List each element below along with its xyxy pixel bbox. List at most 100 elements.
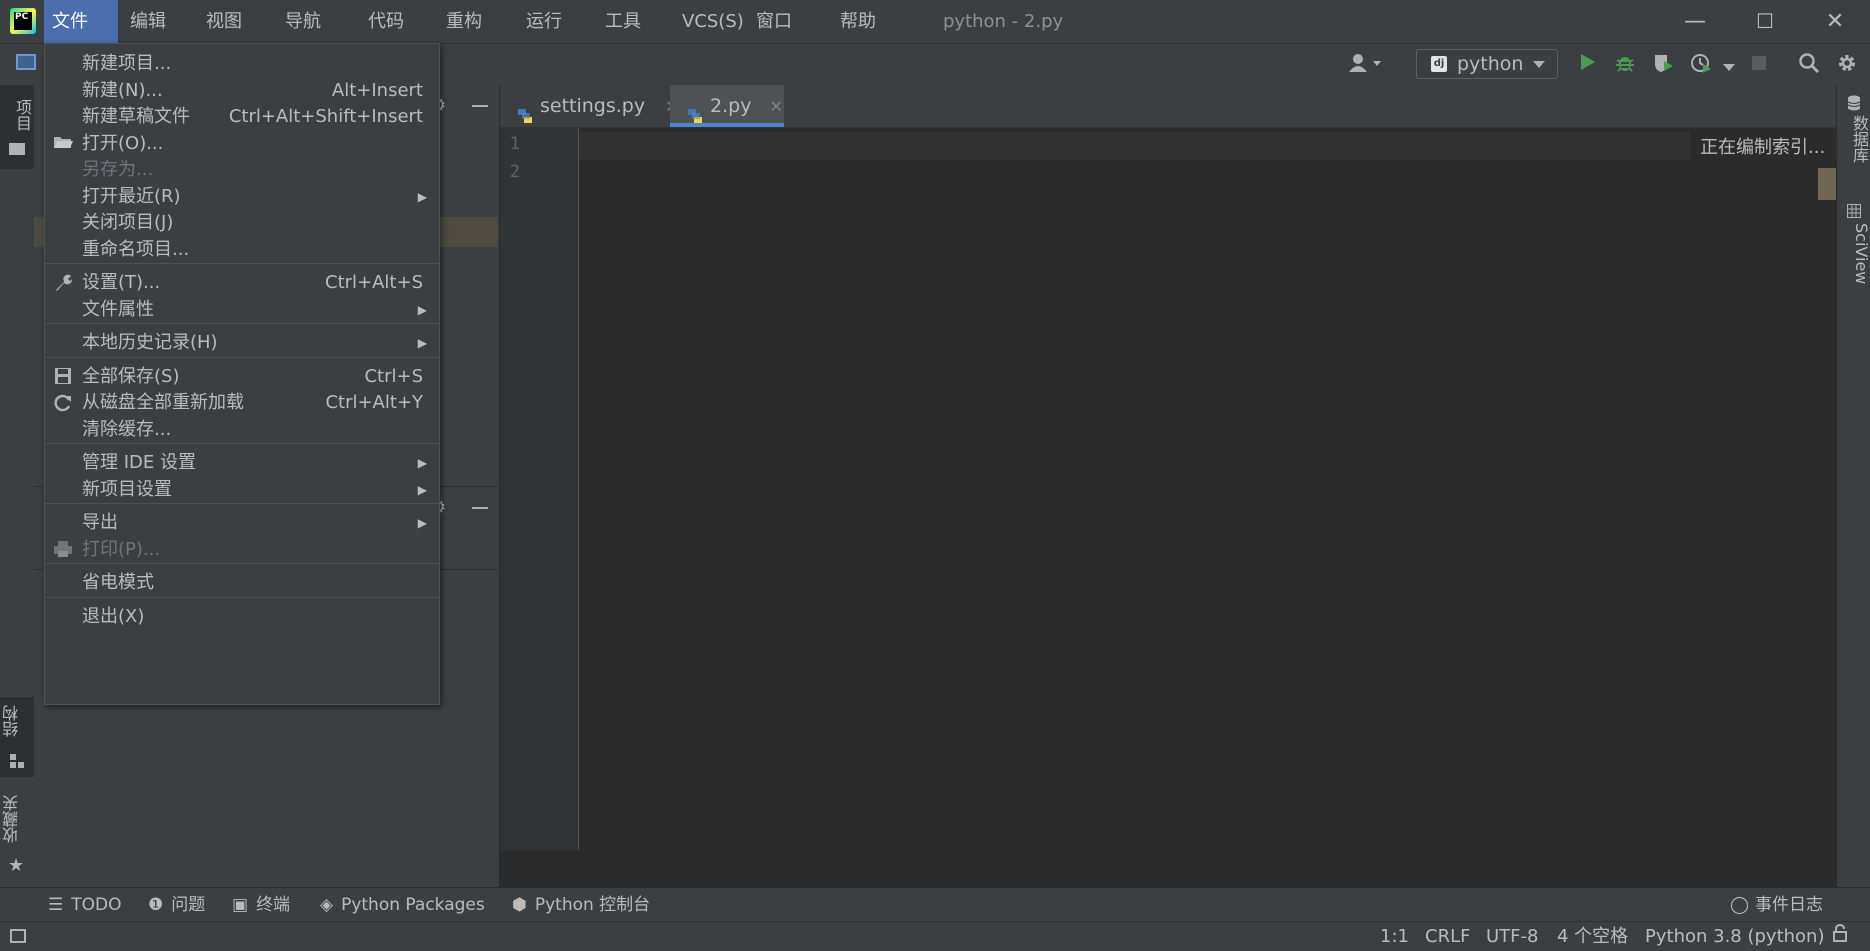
tab-project[interactable]: 项目 (0, 85, 34, 169)
database-icon (1847, 95, 1861, 115)
file-menu-item-label: 退出(X) (82, 605, 145, 627)
menu-file[interactable]: 文件(F) (44, 0, 118, 75)
tab-structure[interactable]: 结构 (0, 697, 34, 777)
menu-separator (45, 503, 439, 504)
editor-gutter: 1 2 (500, 128, 579, 850)
menu-separator (45, 263, 439, 264)
tab-settings-py-label: settings.py (540, 95, 646, 117)
line-separator[interactable]: CRLF (1425, 922, 1470, 951)
caret-position[interactable]: 1:1 (1380, 922, 1409, 951)
coverage-icon[interactable] (1650, 52, 1676, 78)
python-interpreter[interactable]: Python 3.8 (python) (1645, 922, 1824, 951)
tab-favorites-label: 收藏夹 (2, 795, 21, 843)
tab-sciview[interactable]: SciView (1837, 203, 1870, 303)
menu-window[interactable]: 窗口(W) (748, 0, 826, 75)
indent-setting[interactable]: 4 个空格 (1557, 922, 1628, 951)
code-editor[interactable] (579, 128, 1836, 850)
gear-icon[interactable] (1834, 52, 1860, 78)
stop-icon[interactable] (1746, 52, 1772, 78)
file-menu-item-label: 清除缓存... (82, 418, 172, 440)
menu-code[interactable]: 代码(C) (360, 0, 432, 75)
tab-todo[interactable]: ☰ TODO (48, 888, 122, 922)
run-config-label: python (1457, 53, 1524, 75)
tab-database[interactable]: 数据库 (1837, 93, 1870, 173)
menu-run[interactable]: 运行(U) (518, 0, 590, 75)
python-file-icon (686, 98, 704, 123)
tab-python-console-label: Python 控制台 (534, 895, 651, 915)
tab-terminal[interactable]: ▣ 终端 (232, 888, 290, 922)
menu-navigate[interactable]: 导航(N) (277, 0, 355, 75)
toggle-tool-windows-icon[interactable] (10, 929, 26, 943)
right-tool-strip: 数据库 SciView (1836, 85, 1870, 887)
menu-help[interactable]: 帮助(H) (832, 0, 908, 75)
menu-vcs[interactable]: VCS(S) (674, 0, 744, 43)
tab-problems[interactable]: ❶ 问题 (148, 888, 205, 922)
panel-hide-icon[interactable] (472, 105, 488, 107)
file-menu-item[interactable]: 新项目设置 ▶ (45, 474, 439, 506)
debug-icon[interactable] (1612, 52, 1638, 78)
python-file-icon (516, 98, 534, 123)
menu-view[interactable]: 视图(V) (198, 0, 270, 75)
project-view-icon[interactable] (16, 54, 36, 70)
file-menu-item[interactable]: 退出(X) (45, 601, 439, 633)
structure-icon (10, 753, 24, 768)
pycharm-logo: PC (10, 8, 36, 34)
tab-python-packages-label: Python Packages (341, 895, 485, 915)
run-icon[interactable] (1574, 52, 1600, 78)
indexing-status: 正在编制索引... (1690, 132, 1836, 164)
tab-2-py-label: 2.py (710, 95, 752, 117)
wrench-icon (52, 273, 74, 293)
current-line-highlight (579, 132, 1836, 160)
menu-separator (45, 596, 439, 598)
tab-settings-py[interactable]: settings.py ✕ (516, 85, 679, 127)
file-menu-item[interactable]: 文件属性 ▶ (45, 294, 439, 326)
tab-database-label: 数据库 (1850, 115, 1869, 163)
structure-hide-icon[interactable] (472, 507, 488, 509)
profile-icon[interactable] (1688, 52, 1714, 78)
title-bar: PC 文件(F)编辑(E)视图(V)导航(N)代码(C)重构(R)运行(U)工具… (0, 0, 1870, 75)
file-encoding[interactable]: UTF-8 (1486, 922, 1538, 951)
submenu-arrow-icon: ▶ (417, 482, 427, 497)
chevron-down-icon (1533, 50, 1545, 78)
lock-icon[interactable] (1832, 922, 1848, 951)
menu-refactor[interactable]: 重构(R) (438, 0, 512, 75)
tab-python-packages[interactable]: ◈ Python Packages (320, 888, 485, 922)
file-menu-item[interactable]: 省电模式 (45, 567, 439, 599)
reload-icon (52, 393, 74, 413)
maximize-button[interactable]: ☐ (1730, 0, 1800, 43)
editor-tab-bar: settings.py ✕ 2.py ✕ (500, 85, 1836, 128)
tab-project-label: 项目 (13, 99, 32, 131)
file-menu-item-label: 本地历史记录(H) (82, 332, 218, 353)
file-menu-item-label: 重命名项目... (82, 238, 190, 260)
minimize-button[interactable]: — (1660, 0, 1730, 43)
menu-edit[interactable]: 编辑(E) (122, 0, 192, 75)
close-tab-icon[interactable]: ✕ (769, 97, 782, 116)
file-menu-item[interactable]: 重命名项目... (45, 234, 439, 266)
close-button[interactable]: ✕ (1800, 0, 1870, 43)
run-config-select[interactable]: dj python (1416, 49, 1558, 79)
file-menu-dropdown: 新建项目... 新建(N)... Alt+Insert 新建草稿文件 Ctrl+Alt+… (44, 43, 440, 705)
menu-separator (45, 563, 439, 564)
file-menu-item[interactable]: 本地历史记录(H) ▶ (45, 327, 439, 359)
terminal-icon: ▣ (232, 895, 249, 915)
tab-problems-label: 问题 (171, 895, 206, 915)
menu-separator (45, 323, 439, 324)
tab-2-py[interactable]: 2.py ✕ (670, 85, 784, 127)
user-icon[interactable] (1346, 52, 1386, 78)
file-menu-item[interactable]: 清除缓存... (45, 414, 439, 446)
status-bar: 1:1 CRLF UTF-8 4 个空格 Python 3.8 (python) (0, 921, 1870, 951)
tab-python-console[interactable]: ⬢ Python 控制台 (512, 888, 650, 922)
submenu-arrow-icon: ▶ (417, 336, 427, 350)
tab-todo-label: TODO (71, 895, 122, 915)
event-log-button[interactable]: ◯ 事件日志 (1730, 888, 1823, 922)
tab-favorites[interactable]: 收藏夹 ★ (0, 785, 34, 885)
more-run-chevron-icon[interactable] (1716, 52, 1742, 78)
window-title: python - 2.py (943, 11, 1064, 32)
event-log-label: 事件日志 (1755, 895, 1824, 915)
submenu-arrow-icon: ▶ (417, 302, 427, 317)
menu-tools[interactable]: 工具(T) (597, 0, 669, 75)
tab-terminal-label: 终端 (256, 895, 291, 915)
save-icon (52, 367, 74, 387)
search-icon[interactable] (1796, 52, 1822, 78)
left-tool-strip: 项目 结构 收藏夹 ★ (0, 85, 35, 887)
